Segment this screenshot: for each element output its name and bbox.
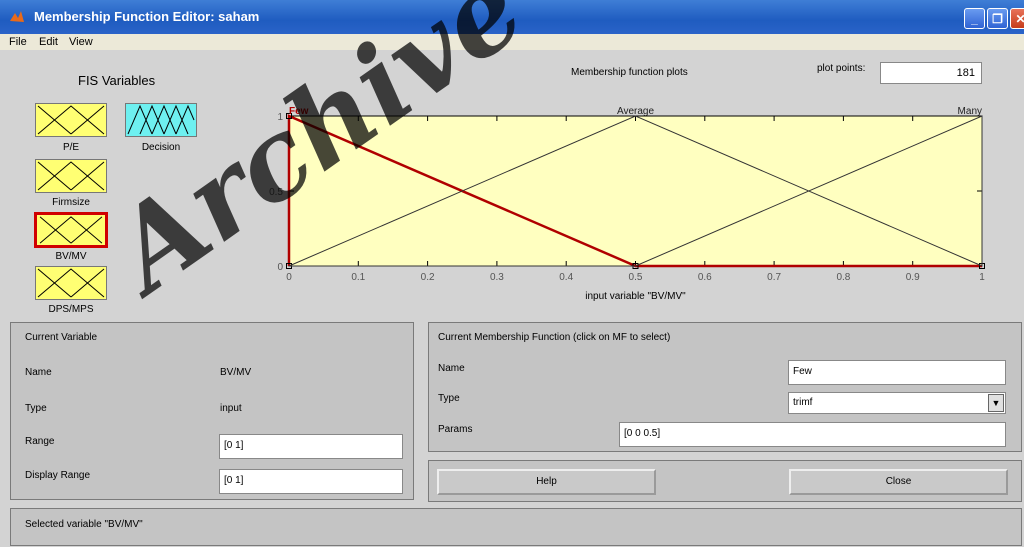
help-button[interactable]: Help: [437, 469, 656, 495]
status-bar: Selected variable "BV/MV": [10, 508, 1022, 546]
x-tick-label: 0.1: [351, 272, 365, 283]
window-title: Membership Function Editor: saham: [34, 9, 260, 24]
display-range-input[interactable]: [0 1]: [219, 469, 403, 494]
x-axis-label: input variable "BV/MV": [585, 291, 686, 302]
close-button[interactable]: Close: [789, 469, 1008, 495]
menu-view[interactable]: View: [69, 36, 93, 48]
menu-edit[interactable]: Edit: [39, 36, 58, 48]
mf-editor-window: Membership Function Editor: saham _ ❐ ✕ …: [0, 0, 1024, 547]
mf-label-few[interactable]: Few: [289, 106, 309, 117]
title-bar[interactable]: Membership Function Editor: saham _ ❐ ✕: [0, 0, 1024, 34]
mf-type-value: trimf: [793, 397, 813, 408]
y-tick-label: 1: [277, 112, 283, 123]
x-tick-label: 0.8: [836, 272, 850, 283]
display-range-label: Display Range: [25, 470, 91, 481]
plot-area[interactable]: [288, 115, 983, 267]
panel-title: Current Variable: [25, 332, 98, 343]
minimize-button[interactable]: _: [964, 8, 985, 29]
maximize-button[interactable]: ❐: [987, 8, 1008, 29]
y-tick-label: 0: [277, 262, 283, 273]
panel-title: Current Membership Function (click on MF…: [438, 332, 671, 343]
y-tick-label: 0.5: [269, 187, 283, 198]
mf-label-many[interactable]: Many: [958, 106, 982, 117]
x-tick-label: 0.7: [767, 272, 781, 283]
x-tick-label: 0.3: [490, 272, 504, 283]
current-variable-panel: Current Variable Name BV/MV Type input R…: [10, 322, 414, 500]
mf-label-average[interactable]: Average: [617, 106, 655, 117]
type-label: Type: [438, 393, 460, 404]
mf-labels: Few Average Many: [289, 106, 982, 117]
range-input[interactable]: [0 1]: [219, 434, 403, 459]
x-tick-label: 0.5: [629, 272, 643, 283]
x-tick-label: 0.4: [559, 272, 573, 283]
type-label: Type: [25, 403, 47, 414]
range-label: Range: [25, 436, 55, 447]
mf-name-input[interactable]: Few: [788, 360, 1006, 385]
current-mf-panel: Current Membership Function (click on MF…: [428, 322, 1022, 452]
menu-bar: File Edit View: [0, 34, 1024, 50]
x-tick-label: 0.6: [698, 272, 712, 283]
variable-type-value: input: [220, 403, 242, 414]
x-tick-label: 1: [979, 272, 985, 283]
name-label: Name: [25, 367, 52, 378]
x-tick-label: 0.2: [421, 272, 435, 283]
variable-name-value: BV/MV: [220, 367, 252, 378]
editor-body: FIS Variables P/E Decision Firmsize BV/M…: [0, 50, 1024, 547]
x-tick-label: 0.9: [906, 272, 920, 283]
params-label: Params: [438, 424, 473, 435]
mf-plot[interactable]: 0 0.1 0.2 0.3 0.4 0.5 0.6 0.7 0.8 0.9 1 0 0.5 1 Few Av…: [0, 50, 1024, 312]
chevron-down-icon[interactable]: ▼: [988, 394, 1004, 412]
status-text: Selected variable "BV/MV": [25, 519, 143, 530]
close-window-button[interactable]: ✕: [1010, 8, 1024, 29]
button-panel: Help Close: [428, 460, 1022, 502]
mf-type-select[interactable]: trimf ▼: [788, 392, 1006, 414]
x-tick-label: 0: [286, 272, 292, 283]
menu-file[interactable]: File: [9, 36, 27, 48]
matlab-icon: [10, 11, 24, 22]
mf-params-input[interactable]: [0 0 0.5]: [619, 422, 1006, 447]
name-label: Name: [438, 363, 465, 374]
